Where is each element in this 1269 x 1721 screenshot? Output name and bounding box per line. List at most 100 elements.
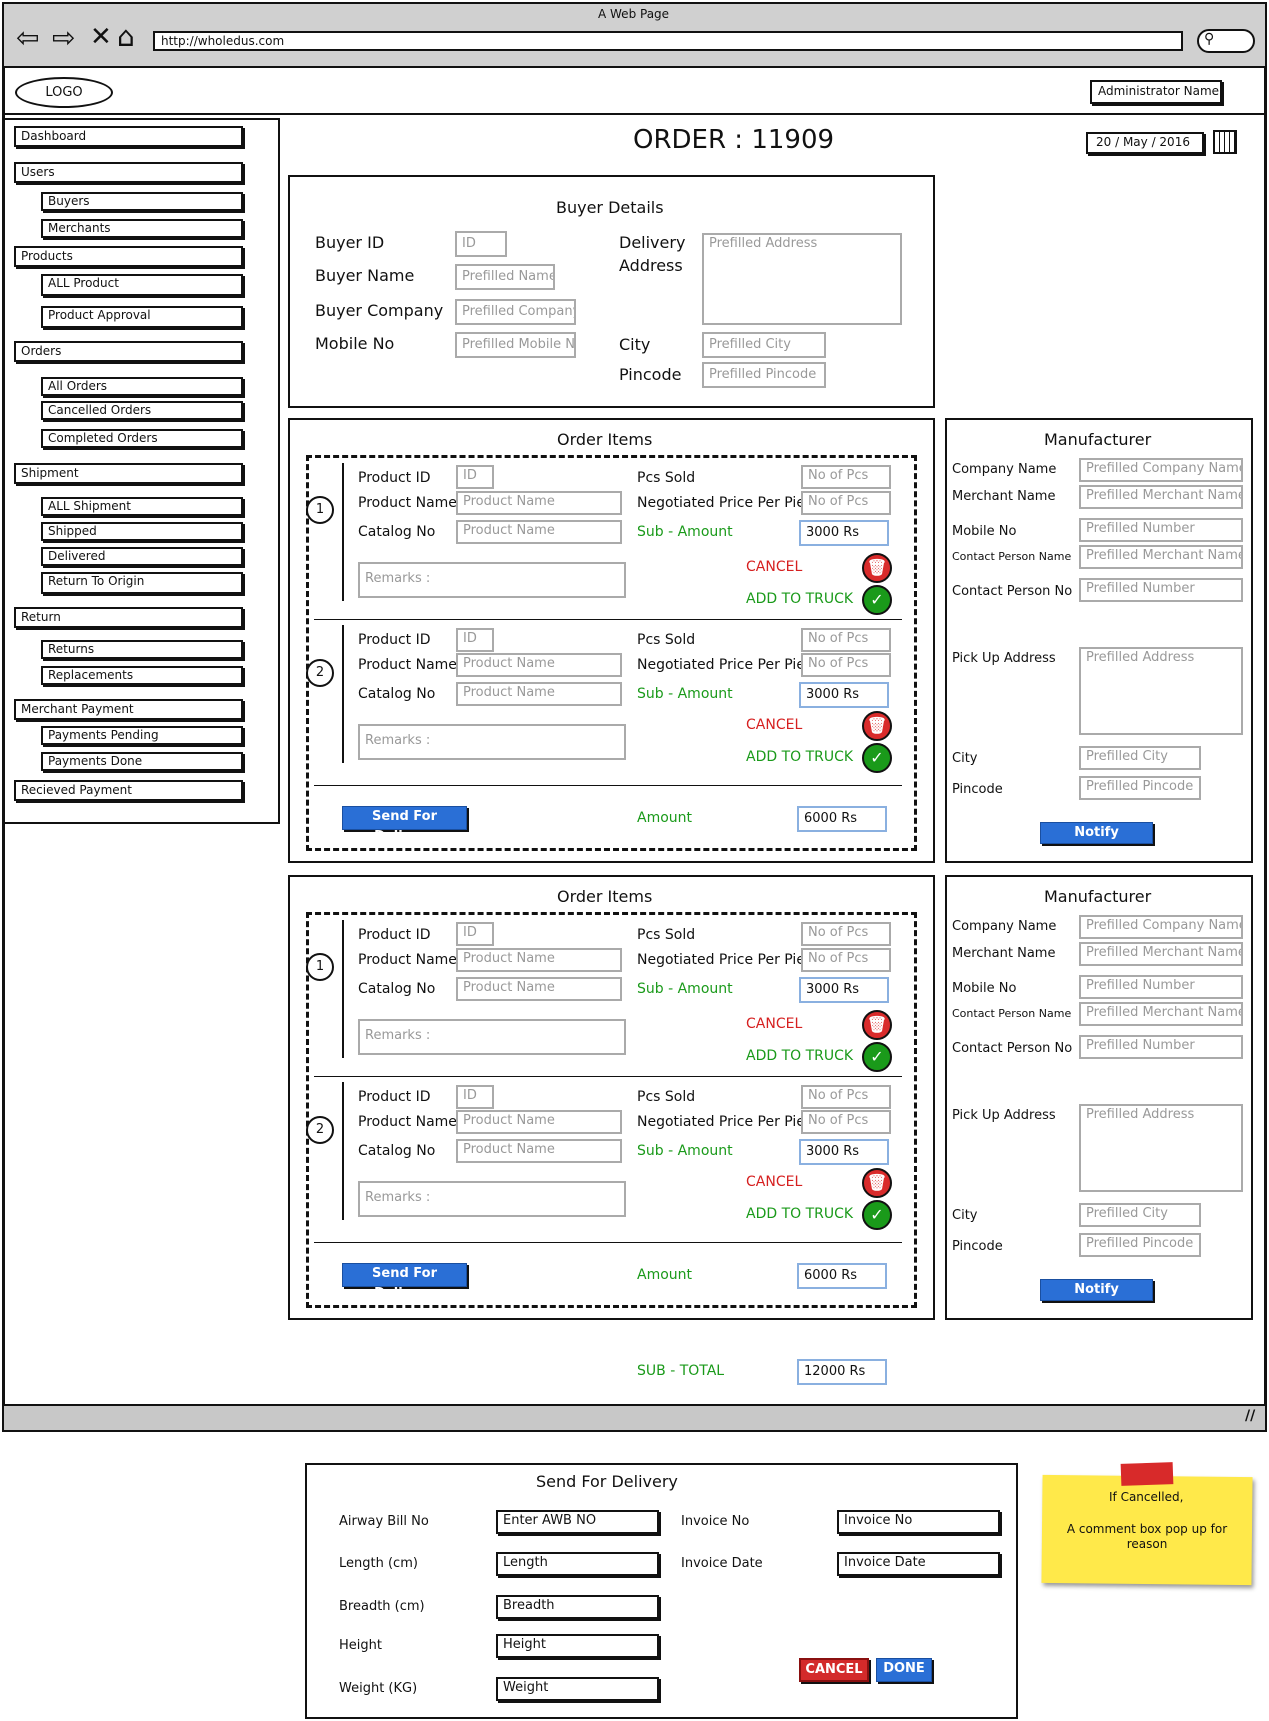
remarks-field[interactable]: Remarks : [358, 724, 626, 760]
add-to-truck-label[interactable]: ADD TO TRUCK [746, 749, 853, 765]
menu-users[interactable]: Users [14, 162, 243, 183]
resize-grip-icon[interactable]: // [1245, 1408, 1255, 1424]
menu-products[interactable]: Products [14, 246, 243, 267]
catalog-no-field[interactable]: Product Name [456, 520, 622, 544]
menu-shipment[interactable]: Shipment [14, 463, 243, 484]
submenu-payments-done[interactable]: Payments Done [41, 752, 243, 771]
invoice-no-field[interactable]: Invoice No [837, 1510, 1000, 1534]
catalog-no-field[interactable]: Product Name [456, 1139, 622, 1163]
mobile-no-field[interactable]: Prefilled Number [1079, 518, 1243, 542]
pickup-address-field[interactable]: Prefilled Address [1079, 1104, 1243, 1192]
negotiated-price-field[interactable]: No of Pcs [801, 491, 891, 515]
breadth-field[interactable]: Breadth [496, 1595, 659, 1619]
buyer-pincode-field[interactable]: Prefilled Pincode [702, 362, 826, 388]
product-id-field[interactable]: ID [456, 465, 494, 489]
add-to-truck-label[interactable]: ADD TO TRUCK [746, 1048, 853, 1064]
delete-icon[interactable]: 🗑 [862, 711, 892, 741]
remarks-field[interactable]: Remarks : [358, 562, 626, 598]
submenu-replacements[interactable]: Replacements [41, 666, 243, 685]
manufacturer-city-field[interactable]: Prefilled City [1079, 1203, 1201, 1227]
menu-return[interactable]: Return [14, 607, 243, 628]
catalog-no-field[interactable]: Product Name [456, 977, 622, 1001]
contact-person-name-field[interactable]: Prefilled Merchant Name [1079, 1002, 1243, 1026]
product-id-field[interactable]: ID [456, 628, 494, 652]
close-icon[interactable]: ✕ [90, 22, 112, 52]
product-id-field[interactable]: ID [456, 1085, 494, 1109]
delete-icon[interactable]: 🗑 [862, 1010, 892, 1040]
contact-person-no-field[interactable]: Prefilled Number [1079, 578, 1243, 602]
url-bar[interactable]: http://wholedus.com [153, 31, 1183, 51]
notify-merchant-button[interactable]: Notify Merchant [1040, 1279, 1153, 1317]
check-icon[interactable]: ✓ [862, 585, 892, 615]
submenu-cancelled-orders[interactable]: Cancelled Orders [41, 401, 243, 420]
menu-received-payment[interactable]: Recieved Payment [14, 780, 243, 801]
mobile-no-field[interactable]: Prefilled Number [1079, 975, 1243, 999]
submenu-merchants[interactable]: Merchants [41, 219, 243, 238]
dialog-done-button[interactable]: DONE [876, 1658, 932, 1682]
submenu-returns[interactable]: Returns [41, 640, 243, 659]
negotiated-price-field[interactable]: No of Pcs [801, 948, 891, 972]
cancel-item-label[interactable]: CANCEL [746, 559, 802, 575]
negotiated-price-field[interactable]: No of Pcs [801, 653, 891, 677]
pickup-address-field[interactable]: Prefilled Address [1079, 647, 1243, 735]
negotiated-price-field[interactable]: No of Pcs [801, 1110, 891, 1134]
length-field[interactable]: Length [496, 1552, 659, 1576]
menu-merchant-payment[interactable]: Merchant Payment [14, 699, 243, 720]
send-for-delivery-button[interactable]: Send For Delivery [342, 1263, 467, 1301]
product-name-field[interactable]: Product Name [456, 1110, 622, 1134]
submenu-shipped[interactable]: Shipped [41, 522, 243, 541]
company-name-field[interactable]: Prefilled Company Name [1079, 915, 1243, 939]
dialog-cancel-button[interactable]: CANCEL [799, 1658, 869, 1682]
submenu-delivered[interactable]: Delivered [41, 547, 243, 566]
order-date[interactable]: 20 / May / 2016 [1086, 132, 1204, 154]
awb-field[interactable]: Enter AWB NO [496, 1510, 659, 1534]
merchant-name-field[interactable]: Prefilled Merchant Name [1079, 485, 1243, 509]
buyer-city-field[interactable]: Prefilled City [702, 332, 826, 358]
forward-icon[interactable]: ⇨ [52, 24, 75, 52]
invoice-date-field[interactable]: Invoice Date [837, 1552, 1000, 1576]
manufacturer-city-field[interactable]: Prefilled City [1079, 746, 1201, 770]
buyer-company-field[interactable]: Prefilled Company [455, 299, 576, 325]
contact-person-name-field[interactable]: Prefilled Merchant Name [1079, 545, 1243, 569]
amount-field[interactable]: 6000 Rs [797, 806, 887, 832]
height-field[interactable]: Height [496, 1634, 659, 1658]
submenu-buyers[interactable]: Buyers [41, 192, 243, 211]
add-to-truck-label[interactable]: ADD TO TRUCK [746, 1206, 853, 1222]
remarks-field[interactable]: Remarks : [358, 1181, 626, 1217]
buyer-id-field[interactable]: ID [455, 231, 507, 257]
submenu-product-approval[interactable]: Product Approval [41, 306, 243, 328]
notify-merchant-button[interactable]: Notify Merchant [1040, 822, 1153, 860]
submenu-completed-orders[interactable]: Completed Orders [41, 429, 243, 448]
sub-amount-field[interactable]: 3000 Rs [799, 520, 889, 546]
submenu-all-shipment[interactable]: ALL Shipment [41, 497, 243, 516]
merchant-name-field[interactable]: Prefilled Merchant Name [1079, 942, 1243, 966]
delivery-address-field[interactable]: Prefilled Address [702, 233, 902, 325]
check-icon[interactable]: ✓ [862, 1200, 892, 1230]
delete-icon[interactable]: 🗑 [862, 553, 892, 583]
check-icon[interactable]: ✓ [862, 1042, 892, 1072]
logo[interactable]: LOGO [15, 77, 113, 108]
back-icon[interactable]: ⇦ [16, 24, 39, 52]
manufacturer-pincode-field[interactable]: Prefilled Pincode [1079, 776, 1201, 800]
buyer-mobile-field[interactable]: Prefilled Mobile No [455, 332, 576, 358]
menu-dashboard[interactable]: Dashboard [14, 126, 243, 147]
product-name-field[interactable]: Product Name [456, 948, 622, 972]
submenu-all-product[interactable]: ALL Product [41, 274, 243, 296]
menu-orders[interactable]: Orders [14, 341, 243, 362]
pcs-sold-field[interactable]: No of Pcs [801, 465, 891, 489]
sub-amount-field[interactable]: 3000 Rs [799, 682, 889, 708]
sub-amount-field[interactable]: 3000 Rs [799, 1139, 889, 1165]
amount-field[interactable]: 6000 Rs [797, 1263, 887, 1289]
cancel-item-label[interactable]: CANCEL [746, 717, 802, 733]
submenu-all-orders[interactable]: All Orders [41, 377, 243, 396]
delete-icon[interactable]: 🗑 [862, 1168, 892, 1198]
product-name-field[interactable]: Product Name [456, 491, 622, 515]
calendar-icon[interactable] [1213, 130, 1237, 154]
admin-name[interactable]: Administrator Name [1090, 80, 1222, 104]
add-to-truck-label[interactable]: ADD TO TRUCK [746, 591, 853, 607]
weight-field[interactable]: Weight [496, 1677, 659, 1701]
pcs-sold-field[interactable]: No of Pcs [801, 922, 891, 946]
pcs-sold-field[interactable]: No of Pcs [801, 1085, 891, 1109]
sub-amount-field[interactable]: 3000 Rs [799, 977, 889, 1003]
subtotal-field[interactable]: 12000 Rs [797, 1359, 887, 1385]
